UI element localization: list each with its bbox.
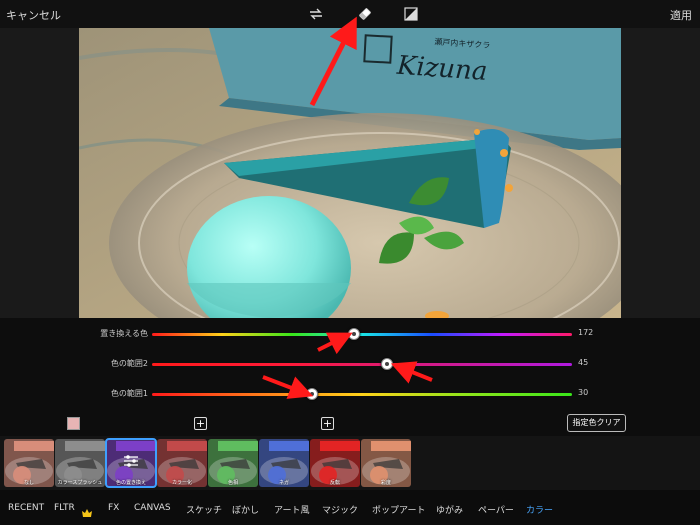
category-tab[interactable]: ゆがみ bbox=[436, 503, 463, 516]
filter-thumbnail[interactable]: 色の置き換え bbox=[105, 438, 157, 488]
slider-label: 色の範囲2 bbox=[110, 359, 148, 368]
filter-thumbnail[interactable]: 反転 bbox=[310, 439, 360, 487]
slider-thumb[interactable] bbox=[381, 358, 394, 370]
slider-label: 色の範囲1 bbox=[110, 389, 148, 398]
filter-thumbnail[interactable]: 彩度 bbox=[361, 439, 411, 487]
category-tab[interactable]: ぼかし bbox=[232, 503, 259, 516]
filter-thumbnail-label: 色相 bbox=[227, 480, 238, 486]
slider-value: 30 bbox=[578, 388, 589, 397]
slider-color-range-1: 色の範囲1 30 bbox=[0, 387, 700, 403]
slider-label: 置き換える色 bbox=[100, 329, 148, 338]
filter-thumbnail[interactable]: カラー化 bbox=[157, 439, 207, 487]
category-tab[interactable]: ポップアート bbox=[372, 503, 425, 516]
category-bar: RECENT FLTR FX CANVAS スケッチ ぼかし アート風 マジック ポップアートゆ… bbox=[0, 490, 700, 525]
category-tab[interactable]: RECENT bbox=[8, 503, 44, 513]
category-tab[interactable]: FLTR bbox=[54, 503, 75, 513]
add-color-button-2[interactable]: + bbox=[321, 417, 334, 430]
box-brand-text: Kizuna bbox=[395, 51, 488, 87]
crown-icon bbox=[82, 503, 92, 522]
filter-thumbnail-label: 色の置き換え bbox=[115, 480, 146, 486]
cancel-button[interactable]: キャンセル bbox=[6, 7, 61, 23]
selected-color-swatch[interactable] bbox=[67, 417, 80, 430]
category-tab[interactable]: ペーパー bbox=[478, 503, 514, 516]
sliders-icon bbox=[123, 453, 139, 472]
apply-button[interactable]: 適用 bbox=[670, 7, 692, 23]
filter-thumbnail[interactable]: 色相 bbox=[208, 439, 258, 487]
eraser-icon[interactable] bbox=[356, 5, 374, 23]
filter-thumbnail[interactable]: なし bbox=[4, 439, 54, 487]
hue-track[interactable] bbox=[152, 333, 572, 336]
top-bar: キャンセル 適用 bbox=[0, 0, 700, 28]
filter-thumbnail[interactable]: ネガ bbox=[259, 439, 309, 487]
filter-thumbnail-label: なし bbox=[23, 480, 34, 486]
range1-track[interactable] bbox=[152, 393, 572, 396]
slider-value: 45 bbox=[578, 358, 589, 367]
category-tab[interactable]: マジック bbox=[322, 503, 358, 516]
category-tab[interactable]: カラー bbox=[526, 503, 553, 516]
category-tab[interactable]: スケッチ bbox=[186, 503, 222, 516]
swap-icon[interactable] bbox=[307, 5, 325, 23]
category-tab[interactable]: CANVAS bbox=[134, 503, 171, 513]
add-color-button[interactable]: + bbox=[194, 417, 207, 430]
filter-thumbnail[interactable]: カラースプラッシュ bbox=[55, 439, 105, 487]
filter-thumbnail-label: 反転 bbox=[329, 480, 340, 486]
category-tab[interactable]: アート風 bbox=[274, 503, 309, 516]
slider-thumb[interactable] bbox=[305, 388, 318, 400]
edited-photo[interactable]: Kizuna 瀬戸内キザクラ bbox=[79, 28, 621, 318]
clear-color-button[interactable]: 指定色クリア bbox=[567, 414, 626, 432]
filter-thumbnail-label: カラー化 bbox=[171, 480, 192, 486]
category-tab[interactable]: FX bbox=[108, 503, 119, 513]
slider-thumb[interactable] bbox=[347, 328, 360, 340]
compare-icon[interactable] bbox=[402, 5, 420, 23]
slider-replace-color: 置き換える色 172 bbox=[0, 327, 700, 343]
slider-value: 172 bbox=[578, 328, 594, 337]
filter-thumbnails: なし カラースプラッシュ 色の置き換え カラー化 色相 ネガ 反転 彩度 bbox=[0, 436, 700, 490]
filter-thumbnail-label: ネガ bbox=[278, 480, 289, 486]
filter-thumbnail-label: カラースプラッシュ bbox=[57, 480, 103, 486]
range2-track[interactable] bbox=[152, 363, 572, 366]
slider-color-range-2: 色の範囲2 45 bbox=[0, 357, 700, 373]
filter-thumbnail-label: 彩度 bbox=[380, 480, 391, 486]
